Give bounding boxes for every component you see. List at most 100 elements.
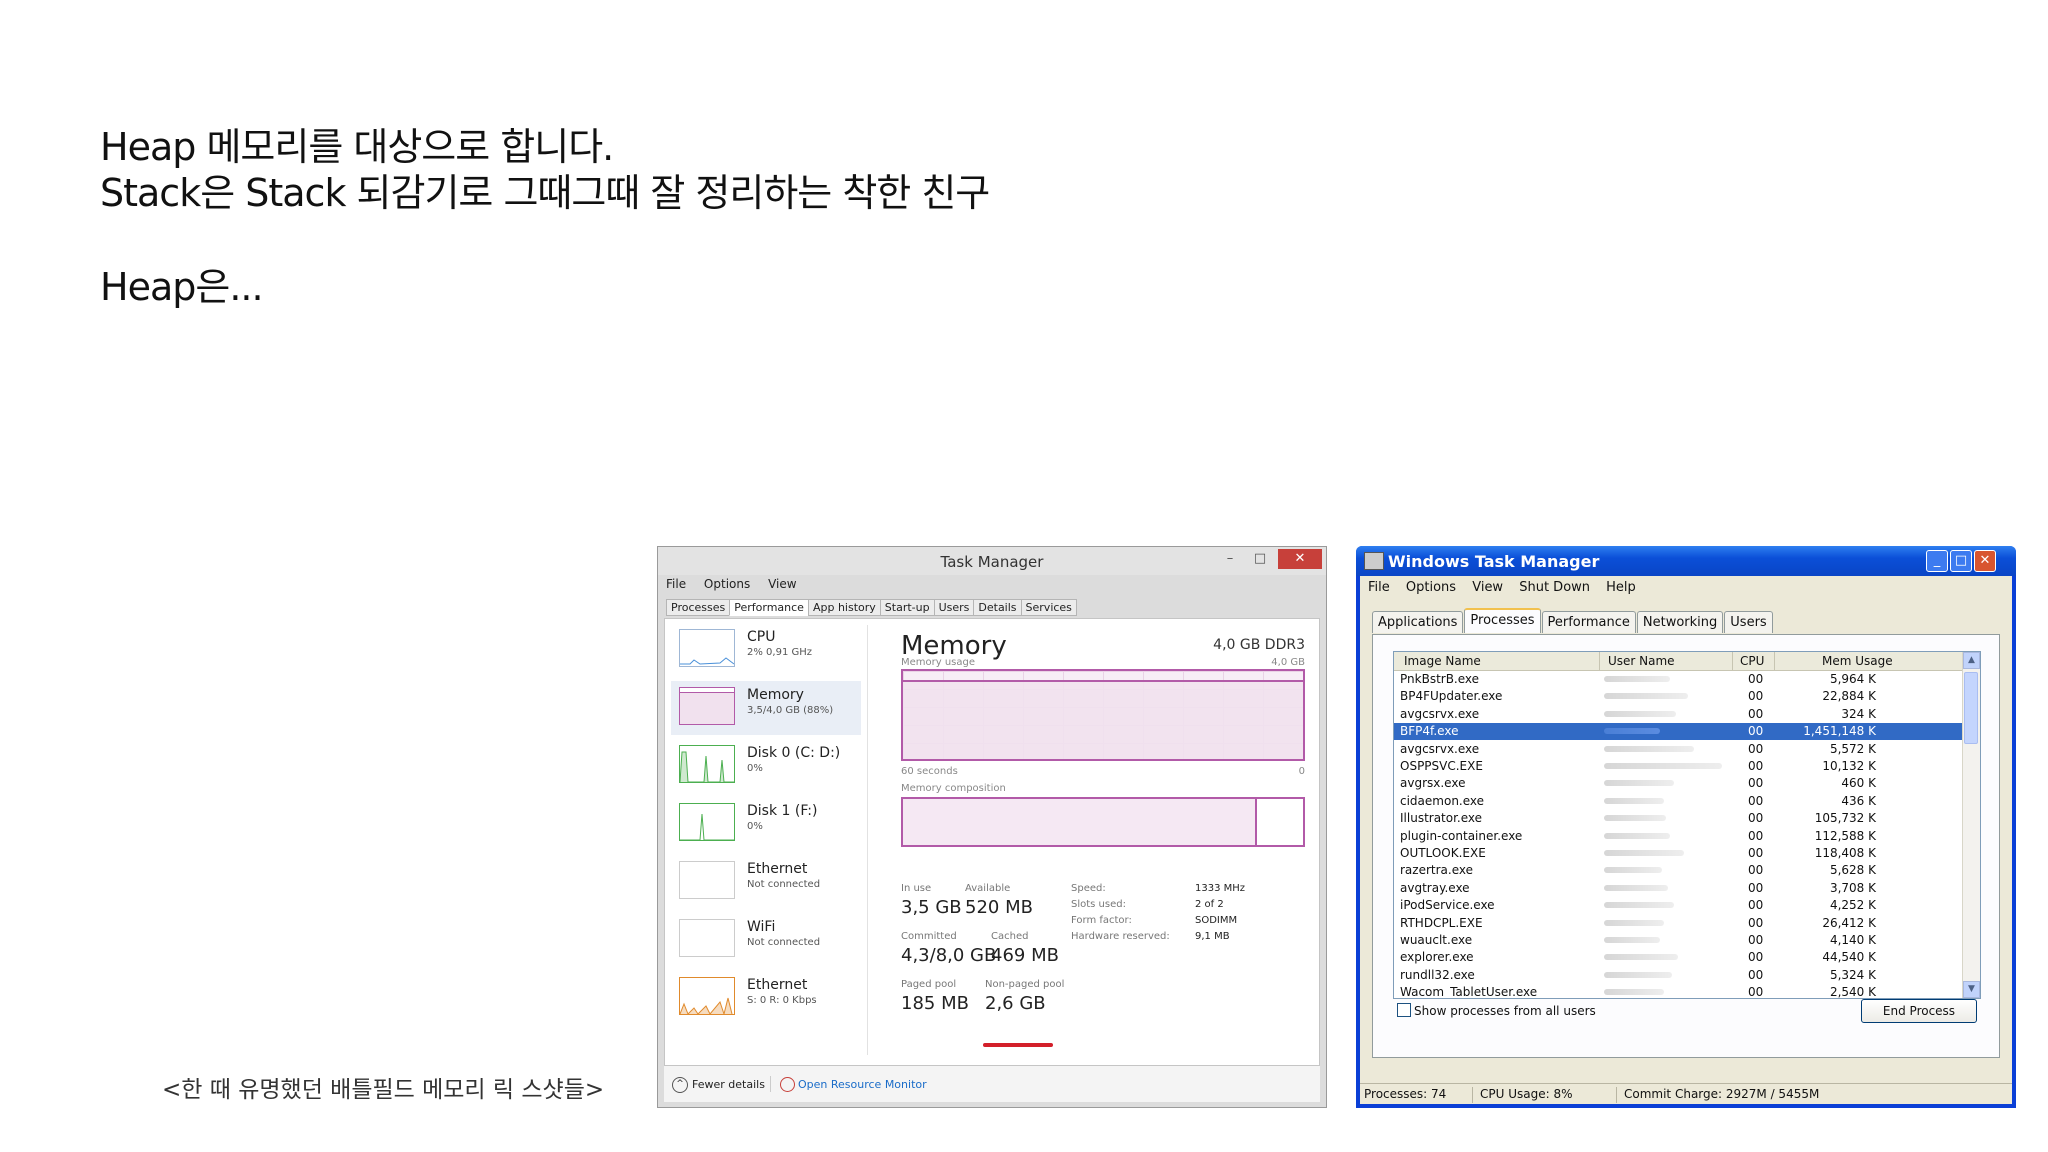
- menu-options[interactable]: Options: [1406, 580, 1456, 595]
- tab-performance[interactable]: Performance: [729, 599, 809, 616]
- vertical-scrollbar[interactable]: ▲ ▼: [1962, 652, 1980, 998]
- table-row[interactable]: BFP4f.exe 00 1,451,148 K: [1394, 723, 1964, 741]
- menu-options[interactable]: Options: [704, 577, 750, 591]
- table-row[interactable]: plugin-container.exe 00 112,588 K: [1394, 828, 1964, 845]
- tab-startup[interactable]: Start-up: [879, 599, 935, 616]
- nonpaged-highlight-underline: [983, 1043, 1053, 1047]
- process-name: avgtray.exe: [1400, 880, 1470, 895]
- tab-processes[interactable]: Processes: [666, 599, 731, 616]
- minimize-button[interactable]: _: [1926, 550, 1948, 572]
- process-name: iPodService.exe: [1400, 898, 1495, 913]
- tab-services[interactable]: Services: [1020, 599, 1077, 616]
- available-value: 520 MB: [965, 897, 1033, 918]
- tab-details[interactable]: Details: [973, 599, 1022, 616]
- available-label: Available: [965, 883, 1011, 894]
- table-row[interactable]: explorer.exe 00 44,540 K: [1394, 949, 1964, 966]
- process-mem-usage: 10,132 K: [1822, 759, 1876, 773]
- nonpaged-pool-value: 2,6 GB: [985, 993, 1046, 1014]
- process-cpu: 00: [1748, 915, 1764, 930]
- sidebar-item-ethernet-2[interactable]: Ethernet S: 0 R: 0 Kbps: [671, 971, 861, 1025]
- process-mem-usage: 460 K: [1841, 776, 1876, 791]
- tab-networking[interactable]: Networking: [1636, 611, 1724, 633]
- fewer-details-link[interactable]: Fewer details: [692, 1078, 765, 1091]
- table-row[interactable]: avgtray.exe 00 3,708 K: [1394, 880, 1964, 897]
- table-row[interactable]: Illustrator.exe 00 105,732 K: [1394, 810, 1964, 827]
- redacted-user-name: [1604, 954, 1678, 961]
- sidebar-item-label: Ethernet: [747, 977, 808, 993]
- status-divider: [1616, 1087, 1617, 1103]
- table-row[interactable]: OSPPSVC.EXE 00 10,132 K: [1394, 758, 1964, 775]
- maximize-button[interactable]: □: [1950, 550, 1972, 572]
- show-all-users-checkbox[interactable]: Show processes from all users: [1397, 1003, 1596, 1018]
- table-row[interactable]: avgcsrvx.exe 00 324 K: [1394, 706, 1964, 723]
- chevron-up-icon[interactable]: ^: [672, 1077, 688, 1093]
- sidebar-item-disk0[interactable]: Disk 0 (C: D:) 0%: [671, 739, 861, 793]
- cached-label: Cached: [991, 931, 1029, 942]
- xp-status-bar: Processes: 74 CPU Usage: 8% Commit Charg…: [1360, 1083, 2012, 1104]
- column-divider: [1599, 652, 1600, 670]
- process-mem-usage: 4,252 K: [1829, 898, 1876, 913]
- process-mem-usage: 5,572 K: [1829, 741, 1876, 756]
- sidebar-item-ethernet[interactable]: Ethernet Not connected: [671, 855, 861, 909]
- redacted-user-name: [1604, 693, 1688, 700]
- menu-help[interactable]: Help: [1606, 580, 1636, 595]
- memory-usage-graph: [901, 669, 1305, 761]
- table-row[interactable]: Wacom_TabletUser.exe 00 2,540 K: [1394, 984, 1964, 998]
- table-row[interactable]: avgrsx.exe 00 460 K: [1394, 775, 1964, 792]
- menu-view[interactable]: View: [1472, 580, 1503, 595]
- process-name: avgcsrvx.exe: [1400, 706, 1480, 721]
- scroll-thumb[interactable]: [1964, 672, 1978, 744]
- tab-processes[interactable]: Processes: [1464, 608, 1541, 633]
- column-mem-usage[interactable]: Mem Usage: [1822, 654, 1893, 668]
- process-cpu: 00: [1748, 950, 1764, 965]
- column-cpu[interactable]: CPU: [1740, 654, 1764, 668]
- table-row[interactable]: iPodService.exe 00 4,252 K: [1394, 897, 1964, 914]
- sidebar-item-wifi[interactable]: WiFi Not connected: [671, 913, 861, 967]
- close-button[interactable]: ✕: [1278, 549, 1322, 569]
- table-row[interactable]: cidaemon.exe 00 436 K: [1394, 793, 1964, 810]
- sidebar-item-label: WiFi: [747, 919, 776, 935]
- process-list[interactable]: Image Name User Name CPU Mem Usage PnkBs…: [1393, 651, 1981, 999]
- process-mem-usage: 105,732 K: [1814, 811, 1876, 826]
- tab-users[interactable]: Users: [933, 599, 975, 616]
- table-row[interactable]: OUTLOOK.EXE 00 118,408 K: [1394, 845, 1964, 862]
- sidebar-item-disk1[interactable]: Disk 1 (F:) 0%: [671, 797, 861, 851]
- menu-shut-down[interactable]: Shut Down: [1519, 580, 1590, 595]
- win8-task-manager-window: Task Manager – □ ✕ File Options View Pro…: [657, 546, 1327, 1108]
- tab-performance[interactable]: Performance: [1541, 611, 1636, 633]
- close-button[interactable]: ✕: [1974, 550, 1996, 572]
- table-row[interactable]: razertra.exe 00 5,628 K: [1394, 862, 1964, 879]
- scroll-down-icon[interactable]: ▼: [1963, 981, 1980, 998]
- column-image-name[interactable]: Image Name: [1404, 654, 1481, 668]
- table-row[interactable]: RTHDCPL.EXE 00 26,412 K: [1394, 915, 1964, 932]
- process-name: BP4FUpdater.exe: [1400, 689, 1503, 704]
- table-row[interactable]: rundll32.exe 00 5,324 K: [1394, 967, 1964, 984]
- win8-footer: ^ Fewer details Open Resource Monitor: [664, 1066, 1320, 1102]
- menu-view[interactable]: View: [768, 577, 796, 591]
- tab-users[interactable]: Users: [1724, 611, 1773, 633]
- table-row[interactable]: BP4FUpdater.exe 00 22,884 K: [1394, 688, 1964, 705]
- table-row[interactable]: avgcsrvx.exe 00 5,572 K: [1394, 741, 1964, 758]
- memory-composition-label: Memory composition: [901, 783, 1006, 794]
- checkbox-icon[interactable]: [1397, 1003, 1411, 1017]
- tab-applications[interactable]: Applications: [1372, 611, 1464, 633]
- process-mem-usage: 118,408 K: [1814, 846, 1876, 860]
- maximize-button[interactable]: □: [1250, 549, 1270, 569]
- paged-pool-label: Paged pool: [901, 979, 957, 990]
- open-resource-monitor-link[interactable]: Open Resource Monitor: [798, 1078, 927, 1091]
- process-name: cidaemon.exe: [1400, 793, 1485, 808]
- end-process-button[interactable]: End Process: [1861, 999, 1977, 1023]
- sidebar-item-cpu[interactable]: CPU 2% 0,91 GHz: [671, 623, 861, 677]
- process-cpu: 00: [1748, 828, 1764, 843]
- process-name: avgcsrvx.exe: [1400, 741, 1480, 756]
- menu-file[interactable]: File: [1368, 580, 1390, 595]
- sidebar-item-memory[interactable]: Memory 3,5/4,0 GB (88%): [671, 681, 861, 735]
- menu-file[interactable]: File: [666, 577, 686, 591]
- scroll-up-icon[interactable]: ▲: [1963, 652, 1980, 669]
- table-row[interactable]: wuauclt.exe 00 4,140 K: [1394, 932, 1964, 949]
- column-user-name[interactable]: User Name: [1608, 654, 1675, 668]
- table-row[interactable]: PnkBstrB.exe 00 5,964 K: [1394, 671, 1964, 688]
- tab-app-history[interactable]: App history: [807, 599, 881, 616]
- sidebar-item-label: Ethernet: [747, 861, 808, 877]
- minimize-button[interactable]: –: [1220, 549, 1240, 569]
